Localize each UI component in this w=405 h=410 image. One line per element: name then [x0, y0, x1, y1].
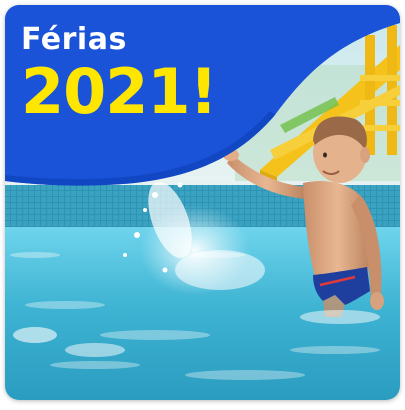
- banner-title: Férias: [21, 22, 127, 57]
- banner-year: 2021!: [21, 55, 218, 128]
- promo-banner-card[interactable]: Férias 2021!: [5, 5, 400, 400]
- headline: Férias 2021!: [21, 22, 218, 128]
